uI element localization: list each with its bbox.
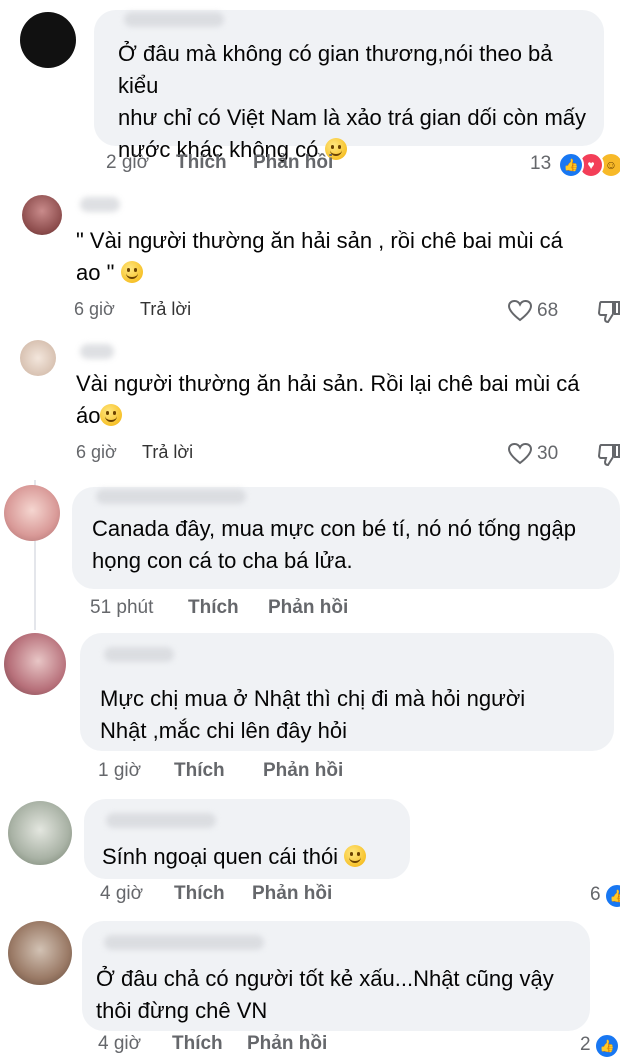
reaction-summary[interactable]: 13 👍 ♥ ☺ — [530, 152, 620, 178]
like-reaction-icon: 👍 — [558, 152, 584, 178]
comment-4: Canada đây, mua mực con bé tí, nó nó tốn… — [0, 475, 620, 625]
avatar[interactable] — [8, 921, 72, 985]
avatar[interactable] — [4, 633, 66, 695]
like-count: 30 — [537, 443, 559, 464]
like-button[interactable]: Thích — [188, 597, 239, 619]
author-name-blurred[interactable] — [104, 647, 174, 662]
author-name-blurred[interactable] — [96, 489, 246, 504]
smile-emoji-icon — [120, 261, 143, 283]
comment-text-content: Ở đâu mà không có gian thương,nói theo b… — [118, 41, 587, 162]
comment-1: Ở đâu mà không có gian thương,nói theo b… — [0, 0, 620, 185]
avatar[interactable] — [20, 340, 56, 376]
comment-bubble: Ở đâu chả có người tốt kẻ xấu...Nhật cũn… — [82, 921, 590, 1031]
author-name-blurred[interactable] — [80, 197, 120, 212]
reaction-count: 13 — [530, 153, 552, 174]
comment-text-content: Vài người thường ăn hải sản. Rồi lại chê… — [76, 371, 580, 428]
comment-text-content: " Vài người thường ăn hải sản , rồi chê … — [76, 228, 563, 285]
avatar[interactable] — [4, 485, 60, 541]
comment-bubble: Mực chị mua ở Nhật thì chị đi mà hỏi ngư… — [80, 633, 614, 751]
comment-text-content: Ở đâu chả có người tốt kẻ xấu...Nhật cũn… — [96, 966, 554, 1023]
comment-7: Ở đâu chả có người tốt kẻ xấu...Nhật cũn… — [0, 915, 620, 1062]
author-name-blurred[interactable] — [124, 12, 224, 27]
reply-button[interactable]: Phản hồi — [252, 883, 332, 905]
comment-2: " Vài người thường ăn hải sản , rồi chê … — [0, 185, 620, 330]
like-button[interactable]: Thích — [174, 883, 225, 905]
like-button[interactable]: Thích — [176, 152, 227, 174]
comment-text: Mực chị mua ở Nhật thì chị đi mà hỏi ngư… — [100, 683, 610, 747]
reply-button[interactable]: Trả lời — [140, 299, 191, 320]
author-name-blurred[interactable] — [104, 935, 264, 950]
comment-text: Sính ngoại quen cái thói — [102, 841, 402, 873]
like-count: 68 — [537, 300, 559, 321]
comment-text-content: Sính ngoại quen cái thói — [102, 844, 339, 869]
comment-text: Ở đâu mà không có gian thương,nói theo b… — [118, 38, 598, 166]
comment-text: Ở đâu chả có người tốt kẻ xấu...Nhật cũn… — [96, 963, 586, 1027]
comment-text-content: Canada đây, mua mực con bé tí, nó nó tốn… — [92, 516, 576, 573]
avatar[interactable] — [20, 12, 76, 68]
reaction-count: 6 — [590, 884, 601, 905]
reaction-count: 2 — [580, 1034, 591, 1055]
like-button[interactable]: Thích — [172, 1033, 223, 1055]
comment-bubble: Canada đây, mua mực con bé tí, nó nó tốn… — [72, 487, 620, 589]
reply-button[interactable]: Phản hồi — [263, 760, 343, 782]
reaction-summary[interactable]: 2 👍 — [580, 1033, 620, 1059]
timestamp: 2 giờ — [106, 152, 150, 173]
reaction-summary[interactable]: 6 👍 — [590, 883, 620, 909]
avatar[interactable] — [8, 801, 72, 865]
comment-5: Mực chị mua ở Nhật thì chị đi mà hỏi ngư… — [0, 625, 620, 795]
dislike-icon[interactable] — [598, 300, 620, 324]
timestamp: 6 giờ — [74, 299, 115, 319]
comment-bubble: Sính ngoại quen cái thói — [84, 799, 410, 879]
comment-text: Canada đây, mua mực con bé tí, nó nó tốn… — [92, 513, 617, 577]
reply-button[interactable]: Phản hồi — [268, 597, 348, 619]
author-name-blurred[interactable] — [80, 344, 114, 359]
comment-text: " Vài người thường ăn hải sản , rồi chê … — [76, 225, 596, 289]
timestamp: 1 giờ — [98, 760, 142, 781]
heart-outline-icon[interactable] — [507, 442, 533, 466]
timestamp: 51 phút — [90, 597, 154, 618]
like-reaction-icon: 👍 — [604, 883, 620, 909]
smirk-emoji-icon — [100, 404, 123, 426]
like-button[interactable]: Thích — [174, 760, 225, 782]
dislike-icon[interactable] — [598, 443, 620, 467]
reply-button[interactable]: Phản hồi — [247, 1033, 327, 1055]
like-reaction-icon: 👍 — [594, 1033, 620, 1059]
smile-emoji-icon — [344, 845, 367, 867]
comment-3: Vài người thường ăn hải sản. Rồi lại chê… — [0, 330, 620, 475]
avatar[interactable] — [22, 195, 62, 235]
timestamp: 6 giờ — [76, 442, 117, 462]
comment-text: Vài người thường ăn hải sản. Rồi lại chê… — [76, 368, 606, 432]
heart-outline-icon[interactable] — [507, 299, 533, 323]
comment-bubble: Ở đâu mà không có gian thương,nói theo b… — [94, 10, 604, 162]
author-name-blurred[interactable] — [106, 813, 216, 828]
reply-button[interactable]: Phản hồi — [253, 152, 333, 174]
timestamp: 4 giờ — [100, 883, 144, 904]
reply-button[interactable]: Trả lời — [142, 442, 193, 463]
comment-6: Sính ngoại quen cái thói 4 giờ Thích Phả… — [0, 795, 620, 915]
timestamp: 4 giờ — [98, 1033, 142, 1054]
comment-text-content: Mực chị mua ở Nhật thì chị đi mà hỏi ngư… — [100, 686, 526, 743]
